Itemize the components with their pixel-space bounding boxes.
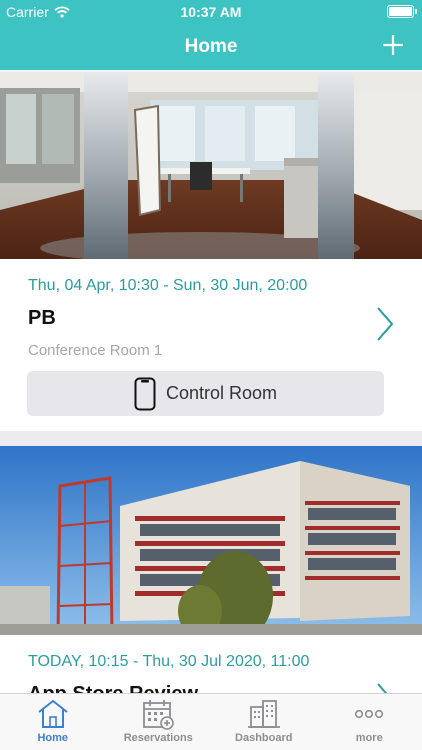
- plus-icon: [383, 35, 403, 55]
- app-screen: Carrier 10:37 AM Home Thu, 04 Apr, 10:30…: [0, 0, 422, 750]
- tab-reservations-label: Reservations: [123, 732, 193, 744]
- chevron-right-icon[interactable]: [376, 306, 394, 342]
- phone-icon: [134, 377, 156, 410]
- control-room-button[interactable]: Control Room: [27, 371, 384, 416]
- control-room-label: Control Room: [165, 383, 278, 403]
- status-bar: Carrier 10:37 AM: [0, 0, 422, 24]
- reservation-card[interactable]: Thu, 04 Apr, 10:30 - Sun, 30 Jun, 20:00 …: [0, 70, 422, 431]
- office-building-photo: [0, 446, 422, 635]
- tab-home-label: Home: [37, 732, 69, 744]
- reservation-date-range: Thu, 04 Apr, 10:30 - Sun, 30 Jun, 20:00: [28, 277, 308, 294]
- calendar-icon: [143, 700, 175, 730]
- conference-room-photo: [0, 70, 422, 259]
- add-button[interactable]: [380, 32, 406, 58]
- battery-icon: [387, 5, 417, 18]
- reservation-date-range: TODAY, 10:15 - Thu, 30 Jul 2020, 11:00: [28, 653, 310, 670]
- page-title: Home: [184, 36, 238, 57]
- tab-more[interactable]: more: [317, 694, 422, 750]
- tab-more-label: more: [355, 732, 383, 744]
- status-time: 10:37 AM: [180, 4, 242, 20]
- reservation-title: PB: [28, 307, 56, 329]
- tab-dashboard[interactable]: Dashboard: [211, 694, 317, 750]
- tab-reservations[interactable]: Reservations: [106, 694, 212, 750]
- header: Carrier 10:37 AM Home: [0, 0, 422, 70]
- house-icon: [38, 699, 68, 728]
- reservation-card[interactable]: TODAY, 10:15 - Thu, 30 Jul 2020, 11:00 A…: [0, 446, 422, 717]
- ellipsis-icon: [355, 709, 384, 719]
- tab-dashboard-label: Dashboard: [235, 732, 293, 744]
- tab-home[interactable]: Home: [0, 694, 106, 750]
- tab-bar: Home Reservations Dashboard more: [0, 693, 422, 750]
- reservation-location: Conference Room 1: [28, 342, 163, 359]
- buildings-icon: [247, 700, 280, 728]
